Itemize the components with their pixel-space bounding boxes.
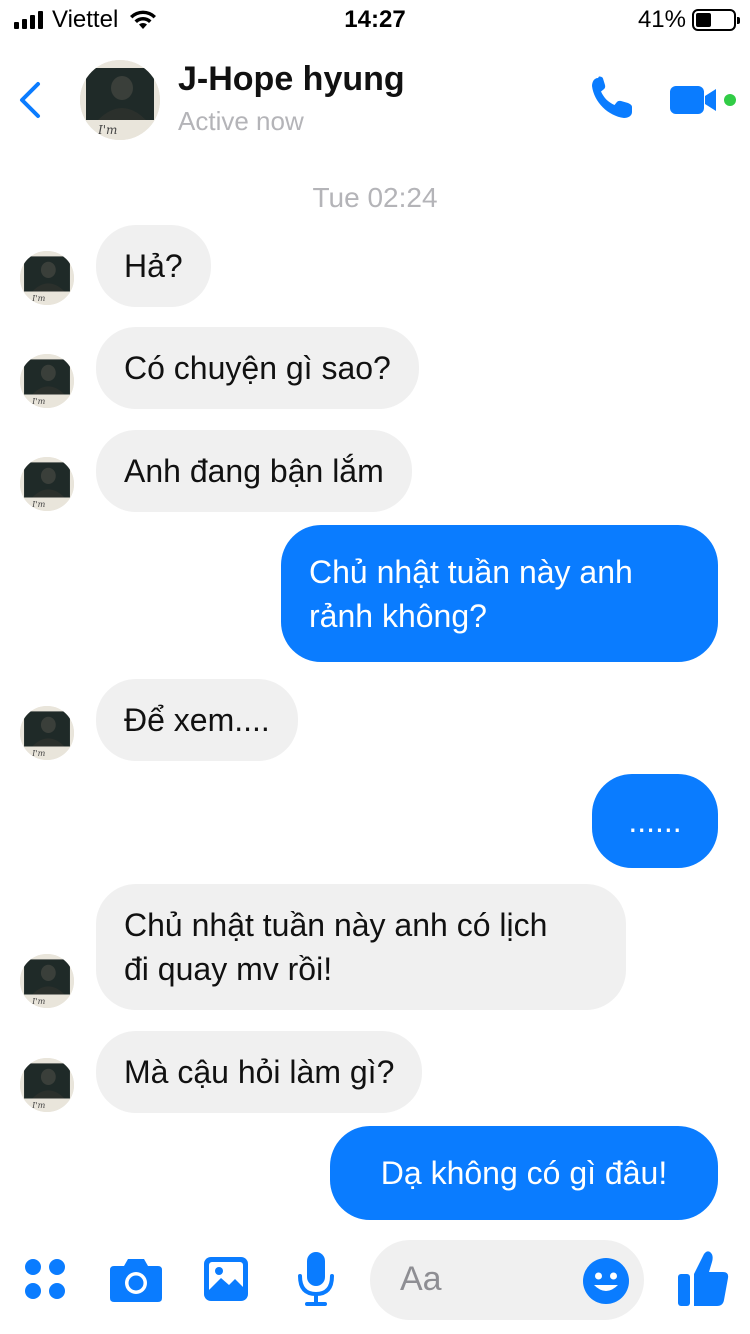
incoming-message-bubble[interactable]: Để xem.... — [96, 679, 298, 761]
avatar-photo: I'm — [20, 954, 74, 1008]
contact-name[interactable]: J-Hope hyung — [178, 60, 405, 99]
message-text: Dạ không có gì đâu! — [380, 1155, 668, 1191]
incoming-message-bubble[interactable]: Chủ nhật tuần này anh có lịch đi quay mv… — [96, 884, 626, 1010]
message-timestamp: Tue 02:24 — [312, 182, 438, 213]
incoming-message-bubble[interactable]: Anh đang bận lắm — [96, 430, 412, 512]
message-text: Có chuyện gì sao? — [124, 350, 391, 386]
avatar-photo: I'm — [80, 60, 160, 140]
svg-text:I'm: I'm — [31, 748, 45, 758]
sender-avatar[interactable]: I'm — [20, 954, 74, 1008]
outgoing-message-bubble[interactable]: Chủ nhật tuần này anh rảnh không? — [281, 525, 718, 662]
status-bar: Viettel 14:27 41% — [0, 0, 750, 40]
battery-level-fill — [696, 13, 711, 27]
svg-text:I'm: I'm — [31, 499, 45, 509]
microphone-icon[interactable] — [296, 1250, 336, 1308]
back-arrow-icon[interactable] — [14, 80, 46, 120]
contact-avatar[interactable]: I'm — [80, 60, 160, 140]
avatar-photo: I'm — [20, 354, 74, 408]
sender-avatar[interactable]: I'm — [20, 251, 74, 305]
message-input[interactable]: Aa — [370, 1240, 644, 1320]
incoming-message-bubble[interactable]: Hả? — [96, 225, 211, 307]
photo-icon[interactable] — [202, 1254, 250, 1304]
video-call-icon[interactable] — [668, 80, 740, 120]
battery-icon — [692, 9, 740, 31]
outgoing-message-bubble[interactable]: ...... — [592, 774, 718, 868]
sender-avatar[interactable]: I'm — [20, 1058, 74, 1112]
more-apps-icon[interactable] — [22, 1256, 68, 1302]
message-text: Để xem.... — [124, 702, 270, 738]
message-text-line: Chủ nhật tuần này anh có lịch — [124, 907, 548, 943]
svg-text:I'm: I'm — [31, 293, 45, 303]
active-status: Active now — [178, 106, 304, 136]
message-text: Anh đang bận lắm — [124, 453, 384, 489]
svg-text:I'm: I'm — [31, 996, 45, 1006]
online-indicator — [724, 94, 736, 106]
message-text: Mà cậu hỏi làm gì? — [124, 1054, 395, 1090]
message-composer: Aa — [0, 1236, 750, 1334]
svg-text:I'm: I'm — [97, 123, 117, 137]
conversation-header: I'm J-Hope hyung Active now — [0, 52, 750, 152]
message-text: ...... — [628, 803, 682, 839]
camera-icon[interactable] — [108, 1254, 164, 1304]
svg-text:I'm: I'm — [31, 396, 45, 406]
sender-avatar[interactable]: I'm — [20, 706, 74, 760]
avatar-photo: I'm — [20, 457, 74, 511]
battery-percent: 41% — [637, 6, 686, 33]
sender-avatar[interactable]: I'm — [20, 457, 74, 511]
phone-call-icon[interactable] — [588, 74, 636, 122]
message-text: Hả? — [124, 248, 183, 284]
avatar-photo: I'm — [20, 1058, 74, 1112]
avatar-photo: I'm — [20, 251, 74, 305]
message-text-line: đi quay mv rồi! — [124, 951, 333, 987]
message-text-line: rảnh không? — [309, 597, 487, 634]
incoming-message-bubble[interactable]: Có chuyện gì sao? — [96, 327, 419, 409]
emoji-icon[interactable] — [582, 1257, 630, 1305]
sender-avatar[interactable]: I'm — [20, 354, 74, 408]
svg-text:I'm: I'm — [31, 1100, 45, 1110]
message-text-line: Chủ nhật tuần này anh — [309, 553, 633, 590]
outgoing-message-bubble[interactable]: Dạ không có gì đâu! — [330, 1126, 718, 1220]
message-input-placeholder: Aa — [400, 1260, 442, 1298]
incoming-message-bubble[interactable]: Mà cậu hỏi làm gì? — [96, 1031, 423, 1113]
like-icon[interactable] — [676, 1250, 730, 1308]
avatar-photo: I'm — [20, 706, 74, 760]
